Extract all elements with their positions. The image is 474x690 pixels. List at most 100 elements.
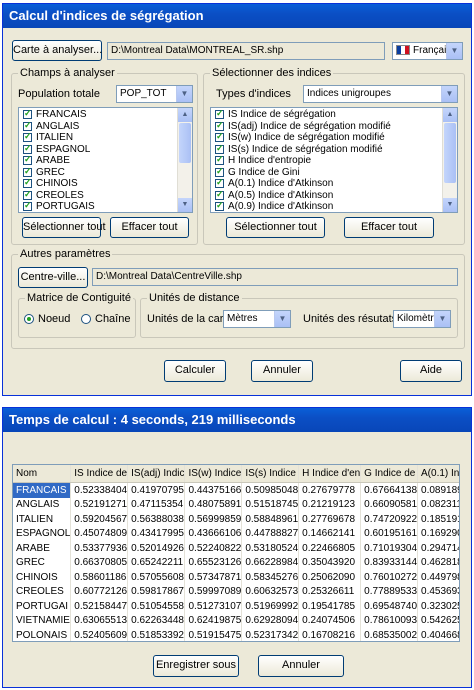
scroll-up-icon[interactable]: ▲ bbox=[443, 108, 457, 122]
value-cell: 0.294714 bbox=[417, 541, 459, 556]
value-cell: 0.69548740 bbox=[360, 599, 419, 614]
scroll-thumb[interactable] bbox=[179, 123, 191, 163]
table-row[interactable]: VIETNAMIE 0.63065513 0.62263448 0.62419875 0… bbox=[13, 613, 459, 628]
checkbox-checked-icon[interactable] bbox=[23, 166, 32, 177]
help-button[interactable]: Aide bbox=[400, 360, 462, 382]
field-item-label: ITALIEN bbox=[36, 132, 74, 144]
table-row[interactable]: ITALIEN 0.59204567 0.56388038 0.56999859 0.5… bbox=[13, 512, 459, 527]
index-item[interactable]: H Indice d'entropie bbox=[211, 154, 457, 167]
table-row[interactable]: CHINOIS 0.58601186 0.57055608 0.57347871 0.5… bbox=[13, 570, 459, 585]
checkbox-checked-icon[interactable] bbox=[23, 143, 32, 154]
checkbox-checked-icon[interactable] bbox=[23, 131, 32, 143]
column-header[interactable]: H Indice d'en bbox=[298, 465, 362, 483]
contiguity-legend: Matrice de Contiguité bbox=[25, 292, 133, 304]
table-row[interactable]: ESPAGNOL 0.45074809 0.43417995 0.43666106 0.… bbox=[13, 526, 459, 541]
value-cell: 0.66228984 bbox=[241, 555, 300, 570]
checkbox-checked-icon[interactable] bbox=[215, 177, 224, 189]
france-flag-icon bbox=[396, 45, 410, 56]
checkbox-checked-icon[interactable] bbox=[215, 143, 224, 154]
save-as-button[interactable]: Enregistrer sous bbox=[153, 655, 239, 677]
results-table-container[interactable]: Nom IS Indice de IS(adj) Indic IS(w) Indice… bbox=[12, 464, 460, 642]
column-header[interactable]: IS(s) Indice bbox=[241, 465, 300, 483]
value-cell: 0.62928094 bbox=[241, 613, 300, 628]
fields-list[interactable]: FRANCAISANGLAISITALIENESPAGNOLARABEGRECC… bbox=[18, 107, 193, 213]
checkbox-checked-icon[interactable] bbox=[23, 108, 32, 120]
value-cell: 0.35043920 bbox=[298, 555, 362, 570]
field-item[interactable]: GREC bbox=[19, 166, 192, 179]
scroll-up-icon[interactable]: ▲ bbox=[178, 108, 192, 122]
index-item[interactable]: G Indice de Gini bbox=[211, 166, 457, 179]
index-item-label: IS(adj) Indice de ségrégation modifié bbox=[228, 120, 391, 132]
checkbox-checked-icon[interactable] bbox=[215, 166, 224, 177]
index-item[interactable]: A(0.1) Indice d'Atkinson bbox=[211, 177, 457, 190]
scroll-thumb[interactable] bbox=[444, 123, 456, 183]
value-cell: 0.43666106 bbox=[184, 526, 243, 541]
cancel-button[interactable]: Annuler bbox=[251, 360, 313, 382]
table-row[interactable]: POLONAIS 0.52405609 0.51853392 0.51915475 0.… bbox=[13, 628, 459, 641]
indices-scrollbar[interactable]: ▲ ▼ bbox=[442, 108, 457, 212]
result-units-select[interactable]: Kilomètres ▼ bbox=[393, 310, 451, 328]
checkbox-checked-icon[interactable] bbox=[23, 120, 32, 131]
field-item[interactable]: FRANCAIS bbox=[19, 108, 192, 121]
field-item[interactable]: ESPAGNOL bbox=[19, 143, 192, 156]
radio-noeud-label: Noeud bbox=[38, 313, 71, 325]
index-item[interactable]: IS Indice de ségrégation bbox=[211, 108, 457, 121]
fields-scrollbar[interactable]: ▲ ▼ bbox=[177, 108, 192, 212]
column-header[interactable]: G Indice de bbox=[360, 465, 419, 483]
table-row[interactable]: ANGLAIS 0.52191271 0.47115354 0.48075891 0.5… bbox=[13, 497, 459, 512]
index-item[interactable]: IS(s) Indice de ségrégation modifié bbox=[211, 143, 457, 156]
checkbox-checked-icon[interactable] bbox=[215, 108, 224, 120]
select-all-fields-button[interactable]: Sélectionner tout bbox=[22, 217, 106, 238]
checkbox-checked-icon[interactable] bbox=[215, 120, 224, 131]
scroll-down-icon[interactable]: ▼ bbox=[178, 198, 192, 212]
language-select[interactable]: Français ▼ bbox=[392, 42, 463, 60]
map-to-analyze-button[interactable]: Carte à analyser... bbox=[12, 40, 102, 61]
index-item[interactable]: IS(w) Indice de ségrégation modifié bbox=[211, 131, 457, 144]
index-types-select[interactable]: Indices unigroupes ▼ bbox=[303, 85, 458, 103]
checkbox-checked-icon[interactable] bbox=[23, 154, 32, 166]
map-units-select[interactable]: Mètres ▼ bbox=[223, 310, 291, 328]
checkbox-checked-icon[interactable] bbox=[23, 177, 32, 189]
field-item[interactable]: PORTUGAIS bbox=[19, 200, 192, 212]
column-header[interactable]: IS(adj) Indic bbox=[127, 465, 186, 483]
field-item[interactable]: ARABE bbox=[19, 154, 192, 167]
radio-chaine[interactable]: Chaîne bbox=[81, 313, 130, 325]
indices-group-legend: Sélectionner des indices bbox=[210, 67, 334, 79]
checkbox-checked-icon[interactable] bbox=[215, 131, 224, 143]
radio-noeud[interactable]: Noeud bbox=[24, 313, 70, 325]
downtown-button[interactable]: Centre-ville... bbox=[18, 267, 88, 288]
table-row[interactable]: PORTUGAI 0.52158447 0.51054558 0.51273107 0.… bbox=[13, 599, 459, 614]
table-row[interactable]: FRANCAIS 0.52338404 0.41970795 0.44375166 0.… bbox=[13, 482, 459, 498]
column-header[interactable]: Nom bbox=[13, 465, 72, 483]
column-header[interactable]: IS(w) Indice bbox=[184, 465, 243, 483]
index-item[interactable]: IS(adj) Indice de ségrégation modifié bbox=[211, 120, 457, 133]
column-header[interactable]: A(0.1) Inc bbox=[417, 465, 459, 483]
table-row[interactable]: ARABE 0.53377936 0.52014926 0.52240822 0.531… bbox=[13, 541, 459, 556]
value-cell: 0.71019304 bbox=[360, 541, 419, 556]
checkbox-checked-icon[interactable] bbox=[215, 154, 224, 166]
index-item[interactable]: A(0.9) Indice d'Atkinson bbox=[211, 200, 457, 212]
scroll-down-icon[interactable]: ▼ bbox=[443, 198, 457, 212]
checkbox-checked-icon[interactable] bbox=[215, 200, 224, 212]
clear-all-fields-button[interactable]: Effacer tout bbox=[110, 217, 189, 238]
results-cancel-button[interactable]: Annuler bbox=[258, 655, 344, 677]
table-row[interactable]: GREC 0.66370805 0.65242211 0.65523126 0.6622… bbox=[13, 555, 459, 570]
checkbox-checked-icon[interactable] bbox=[215, 189, 224, 200]
index-item-label: H Indice d'entropie bbox=[228, 155, 312, 167]
value-cell: 0.52014926 bbox=[127, 541, 186, 556]
field-item[interactable]: ITALIEN bbox=[19, 131, 192, 144]
value-cell: 0.24074506 bbox=[298, 613, 362, 628]
checkbox-checked-icon[interactable] bbox=[23, 200, 32, 212]
total-population-select[interactable]: POP_TOT ▼ bbox=[116, 85, 193, 103]
field-item[interactable]: CHINOIS bbox=[19, 177, 192, 190]
field-item[interactable]: CREOLES bbox=[19, 189, 192, 202]
indices-list[interactable]: IS Indice de ségrégationIS(adj) Indice d… bbox=[210, 107, 458, 213]
index-item[interactable]: A(0.5) Indice d'Atkinson bbox=[211, 189, 457, 202]
table-row[interactable]: CREOLES 0.60772126 0.59817867 0.59997089 0.6… bbox=[13, 584, 459, 599]
checkbox-checked-icon[interactable] bbox=[23, 189, 32, 200]
clear-all-indices-button[interactable]: Effacer tout bbox=[344, 217, 434, 238]
field-item[interactable]: ANGLAIS bbox=[19, 120, 192, 133]
column-header[interactable]: IS Indice de bbox=[70, 465, 129, 483]
calculate-button[interactable]: Calculer bbox=[164, 360, 226, 382]
select-all-indices-button[interactable]: Sélectionner tout bbox=[226, 217, 325, 238]
